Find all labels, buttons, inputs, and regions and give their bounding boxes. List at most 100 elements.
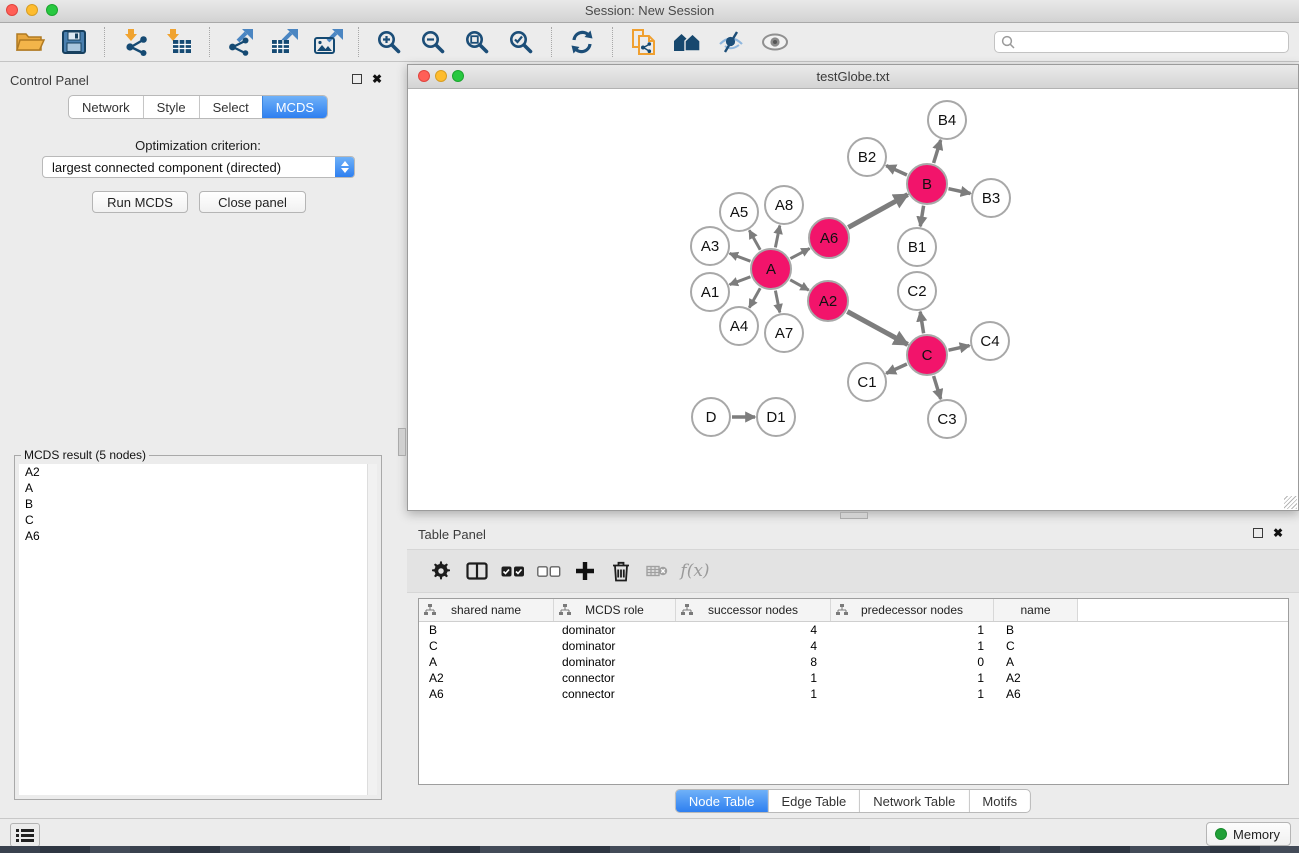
node-C1[interactable]: C1 <box>848 363 886 401</box>
table-cell[interactable]: 1 <box>831 687 994 701</box>
node-A8[interactable]: A8 <box>765 186 803 224</box>
edge-B-B2[interactable] <box>886 166 907 175</box>
node-B4[interactable]: B4 <box>928 101 966 139</box>
table-row[interactable]: Adominator80A <box>419 654 1288 670</box>
tab-select[interactable]: Select <box>199 96 262 118</box>
node-A1[interactable]: A1 <box>691 273 729 311</box>
edge-B-B3[interactable] <box>949 189 971 194</box>
edge-C-C3[interactable] <box>934 376 941 399</box>
table-cell[interactable]: dominator <box>554 623 676 637</box>
save-icon[interactable] <box>55 25 93 59</box>
table-cell[interactable]: connector <box>554 687 676 701</box>
export-table-icon[interactable] <box>265 25 303 59</box>
tab-style[interactable]: Style <box>143 96 199 118</box>
edge-A2-C[interactable] <box>847 312 907 345</box>
node-C[interactable]: C <box>907 335 947 375</box>
edge-A-A7[interactable] <box>775 291 779 313</box>
home-pair-icon[interactable] <box>668 25 706 59</box>
column-header-shared-name[interactable]: shared name <box>419 599 554 621</box>
duplicate-network-icon[interactable] <box>624 25 662 59</box>
table-cell[interactable]: dominator <box>554 639 676 653</box>
table-cell[interactable]: 1 <box>831 623 994 637</box>
table-cell[interactable]: 4 <box>676 623 831 637</box>
edge-A-A2[interactable] <box>790 280 809 290</box>
zoom-selected-icon[interactable] <box>502 25 540 59</box>
open-folder-icon[interactable] <box>11 25 49 59</box>
close-panel-icon[interactable]: ✖ <box>372 73 382 85</box>
edge-B-B1[interactable] <box>920 206 923 227</box>
settings-gear-icon[interactable] <box>423 556 459 586</box>
table-cell[interactable]: 4 <box>676 639 831 653</box>
float-panel-icon[interactable] <box>1253 528 1263 538</box>
unselect-all-columns-icon[interactable] <box>531 556 567 586</box>
export-image-icon[interactable] <box>309 25 347 59</box>
column-header-name[interactable]: name <box>994 599 1078 621</box>
edge-B-B4[interactable] <box>934 140 941 163</box>
mcds-result-scrollbar[interactable] <box>367 464 377 795</box>
zoom-fit-icon[interactable] <box>458 25 496 59</box>
node-C2[interactable]: C2 <box>898 272 936 310</box>
tab-edge-table[interactable]: Edge Table <box>767 790 859 812</box>
table-cell[interactable]: A6 <box>994 687 1078 701</box>
node-B2[interactable]: B2 <box>848 138 886 176</box>
table-cell[interactable]: 1 <box>676 671 831 685</box>
table-cell[interactable]: B <box>994 623 1078 637</box>
vertical-splitter-handle[interactable] <box>398 428 406 456</box>
table-row[interactable]: A2connector11A2 <box>419 670 1288 686</box>
table-row[interactable]: Bdominator41B <box>419 622 1288 638</box>
table-cell[interactable]: connector <box>554 671 676 685</box>
column-header-successor-nodes[interactable]: successor nodes <box>676 599 831 621</box>
column-header-mcds-role[interactable]: MCDS role <box>554 599 676 621</box>
delete-table-icon[interactable] <box>639 556 675 586</box>
edge-A-A1[interactable] <box>730 277 751 285</box>
add-column-icon[interactable] <box>567 556 603 586</box>
tab-network[interactable]: Network <box>69 96 143 118</box>
mcds-result-item[interactable]: A6 <box>19 528 377 544</box>
edge-A-A8[interactable] <box>775 226 779 248</box>
criterion-dropdown[interactable]: largest connected component (directed) <box>42 156 355 178</box>
column-header-predecessor-nodes[interactable]: predecessor nodes <box>831 599 994 621</box>
table-cell[interactable]: C <box>419 639 554 653</box>
edge-A-A3[interactable] <box>730 253 751 261</box>
node-A[interactable]: A <box>751 249 791 289</box>
mcds-result-item[interactable]: A2 <box>19 464 377 480</box>
table-cell[interactable]: 8 <box>676 655 831 669</box>
network-canvas[interactable]: B4B2BB3A8A5A6A3B1AA1C2A2A4A7C4CC1DD1C3 <box>408 88 1298 509</box>
zoom-out-icon[interactable] <box>414 25 452 59</box>
edge-A-A6[interactable] <box>790 248 809 258</box>
node-B3[interactable]: B3 <box>972 179 1010 217</box>
node-B1[interactable]: B1 <box>898 228 936 266</box>
node-A6[interactable]: A6 <box>809 218 849 258</box>
table-cell[interactable]: 0 <box>831 655 994 669</box>
table-cell[interactable]: A <box>419 655 554 669</box>
table-cell[interactable]: A6 <box>419 687 554 701</box>
table-row[interactable]: A6connector11A6 <box>419 686 1288 702</box>
import-network-icon[interactable] <box>116 25 154 59</box>
table-cell[interactable]: 1 <box>831 671 994 685</box>
table-cell[interactable]: C <box>994 639 1078 653</box>
close-panel-icon[interactable]: ✖ <box>1273 527 1283 539</box>
search-input[interactable] <box>994 31 1289 53</box>
run-mcds-button[interactable]: Run MCDS <box>92 191 188 213</box>
node-A4[interactable]: A4 <box>720 307 758 345</box>
mcds-result-item[interactable]: C <box>19 512 377 528</box>
import-table-icon[interactable] <box>160 25 198 59</box>
tab-motifs[interactable]: Motifs <box>968 790 1030 812</box>
mcds-result-item[interactable]: B <box>19 496 377 512</box>
table-cell[interactable]: B <box>419 623 554 637</box>
split-panel-icon[interactable] <box>459 556 495 586</box>
table-row[interactable]: Cdominator41C <box>419 638 1288 654</box>
edge-A6-B[interactable] <box>848 195 907 228</box>
window-resize-grip[interactable] <box>1284 496 1297 509</box>
edge-C-C1[interactable] <box>886 364 907 373</box>
task-history-button[interactable] <box>10 823 40 847</box>
node-A7[interactable]: A7 <box>765 314 803 352</box>
node-D1[interactable]: D1 <box>757 398 795 436</box>
apply-function-icon[interactable]: f(x) <box>675 556 711 586</box>
node-C3[interactable]: C3 <box>928 400 966 438</box>
edge-C-C4[interactable] <box>949 346 970 351</box>
table-cell[interactable]: 1 <box>676 687 831 701</box>
table-cell[interactable]: A2 <box>994 671 1078 685</box>
edge-A-A5[interactable] <box>749 230 760 250</box>
mcds-result-list[interactable]: A2ABCA6 <box>19 464 377 795</box>
